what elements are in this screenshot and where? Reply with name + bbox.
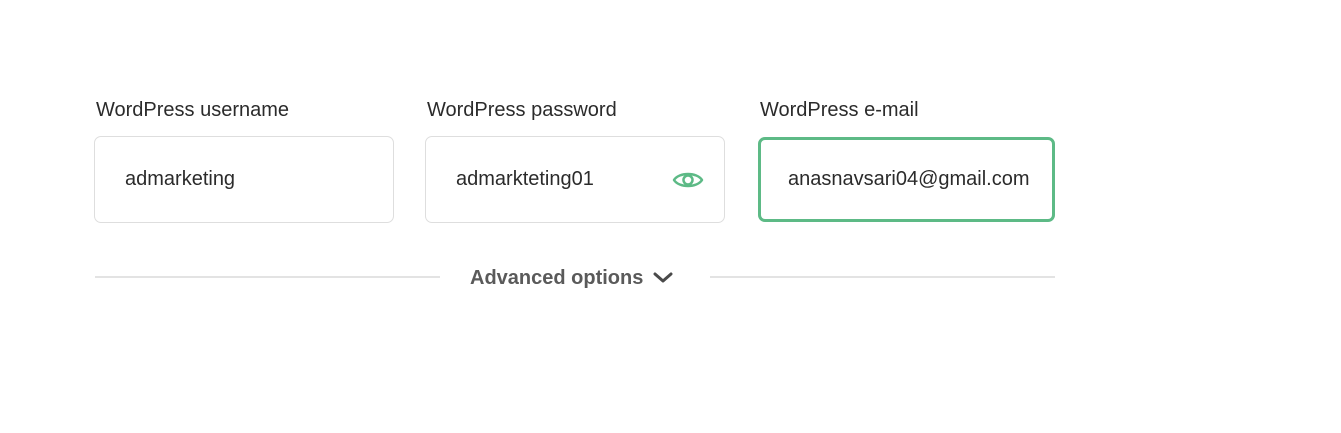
advanced-options-toggle[interactable]: Advanced options xyxy=(470,264,673,292)
advanced-options-label: Advanced options xyxy=(470,266,644,289)
eye-icon[interactable] xyxy=(672,169,704,191)
divider-left xyxy=(95,276,440,278)
username-value: admarketing xyxy=(125,168,236,190)
username-input[interactable]: admarketing xyxy=(94,136,394,223)
email-input[interactable]: anasnavsari04@gmail.com xyxy=(758,137,1055,222)
email-label: WordPress e-mail xyxy=(760,99,919,121)
email-field-group: WordPress e-mail anasnavsari04@gmail.com xyxy=(758,97,1055,222)
chevron-down-icon xyxy=(653,272,673,283)
username-label: WordPress username xyxy=(96,99,290,121)
password-field-group: WordPress password admarkteting01 xyxy=(425,97,725,223)
password-label: WordPress password xyxy=(427,99,617,121)
password-value: admarkteting01 xyxy=(456,168,594,190)
email-value: anasnavsari04@gmail.com xyxy=(788,168,1030,190)
wordpress-credentials-form: WordPress username admarketing WordPress… xyxy=(0,0,1341,433)
divider-right xyxy=(710,276,1055,278)
username-field-group: WordPress username admarketing xyxy=(94,97,394,223)
password-input[interactable]: admarkteting01 xyxy=(425,136,725,223)
